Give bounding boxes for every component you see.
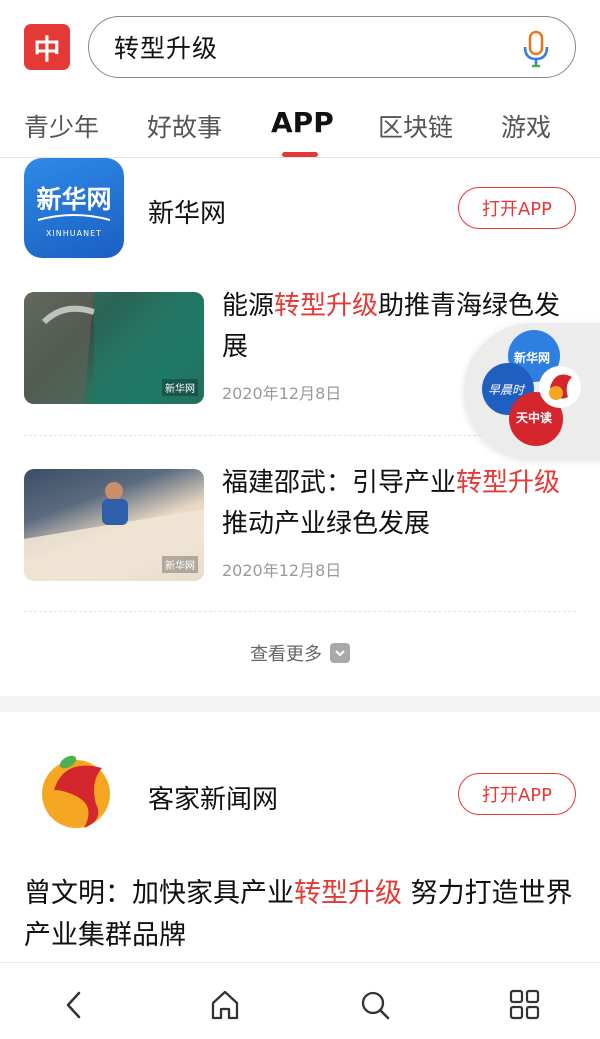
floating-label-left: 早晨时 xyxy=(488,383,525,397)
xinhuanet-icon-text: 新华网 xyxy=(36,185,112,214)
tab-good-story[interactable]: 好故事 xyxy=(147,108,222,144)
open-app-button[interactable]: 打开APP xyxy=(458,773,576,815)
news-title-highlight: 转型升级 xyxy=(456,468,561,498)
category-tabs: 青少年 好故事 APP 区块链 游戏 xyxy=(0,96,600,158)
article-title-highlight: 转型升级 xyxy=(294,878,402,909)
divider xyxy=(24,611,576,612)
floating-label-top: 新华网 xyxy=(514,351,551,365)
xinhuanet-icon-subtext: XINHUANET xyxy=(45,229,103,238)
thumb-watermark: 新华网 xyxy=(162,379,198,396)
active-tab-indicator xyxy=(282,152,318,157)
microphone-icon[interactable] xyxy=(519,30,553,68)
hakka-app-icon[interactable] xyxy=(24,740,124,840)
see-more-label: 查看更多 xyxy=(250,644,322,665)
app-logo[interactable]: 中 xyxy=(24,24,70,70)
header: 中 转型升级 xyxy=(0,0,600,95)
floating-apps-bubble[interactable]: 新华网 早晨时 天中读 xyxy=(464,323,600,459)
swoosh-icon xyxy=(37,214,111,221)
section-separator xyxy=(0,696,600,712)
floating-app-icons xyxy=(482,330,581,446)
search-icon[interactable] xyxy=(357,987,393,1023)
thumb-watermark: 新华网 xyxy=(162,556,198,573)
tab-games[interactable]: 游戏 xyxy=(501,108,551,144)
home-icon[interactable] xyxy=(207,987,243,1023)
apps-grid-icon[interactable] xyxy=(507,987,543,1023)
news-date: 2020年12月8日 xyxy=(222,384,342,403)
app-card-xinhuanet: 新华网 XINHUANET 新华网 打开APP xyxy=(0,158,600,268)
news-title-highlight: 转型升级 xyxy=(274,291,379,321)
xinhuanet-app-icon[interactable]: 新华网 XINHUANET xyxy=(24,158,124,258)
app-name: 客家新闻网 xyxy=(148,785,279,815)
open-app-button[interactable]: 打开APP xyxy=(458,187,576,229)
news-title: 福建邵武：引导产业转型升级推动产业绿色发展 xyxy=(222,463,582,545)
back-icon[interactable] xyxy=(57,987,93,1023)
hakka-logo xyxy=(42,755,110,828)
news-thumbnail: 新华网 xyxy=(24,292,204,404)
tab-teen[interactable]: 青少年 xyxy=(24,108,99,144)
news-title-text: 推动产业绿色发展 xyxy=(222,509,431,539)
app-card-hakka: 客家新闻网 打开APP xyxy=(0,740,600,850)
chevron-down-icon xyxy=(330,643,350,663)
tab-app[interactable]: APP xyxy=(271,106,334,139)
app-logo-char: 中 xyxy=(33,34,61,66)
tab-blockchain[interactable]: 区块链 xyxy=(378,108,453,144)
floating-label-bottom: 天中读 xyxy=(516,411,553,425)
app-name: 新华网 xyxy=(148,199,227,229)
search-input[interactable]: 转型升级 xyxy=(88,16,576,78)
news-title-text: 福建邵武：引导产业 xyxy=(222,468,457,498)
news-thumbnail: 新华网 xyxy=(24,469,204,581)
see-more-button[interactable]: 查看更多 xyxy=(0,640,600,670)
news-title-text: 能源 xyxy=(222,291,275,321)
search-query: 转型升级 xyxy=(114,34,219,63)
article-title-text: 曾文明：加快家具产业 xyxy=(24,878,294,909)
news-date: 2020年12月8日 xyxy=(222,561,342,580)
article-title[interactable]: 曾文明：加快家具产业转型升级 努力打造世界产业集群品牌 xyxy=(24,873,580,957)
news-item[interactable]: 新华网 福建邵武：引导产业转型升级推动产业绿色发展 2020年12月8日 xyxy=(0,468,600,639)
bottom-navigation xyxy=(0,962,600,1039)
